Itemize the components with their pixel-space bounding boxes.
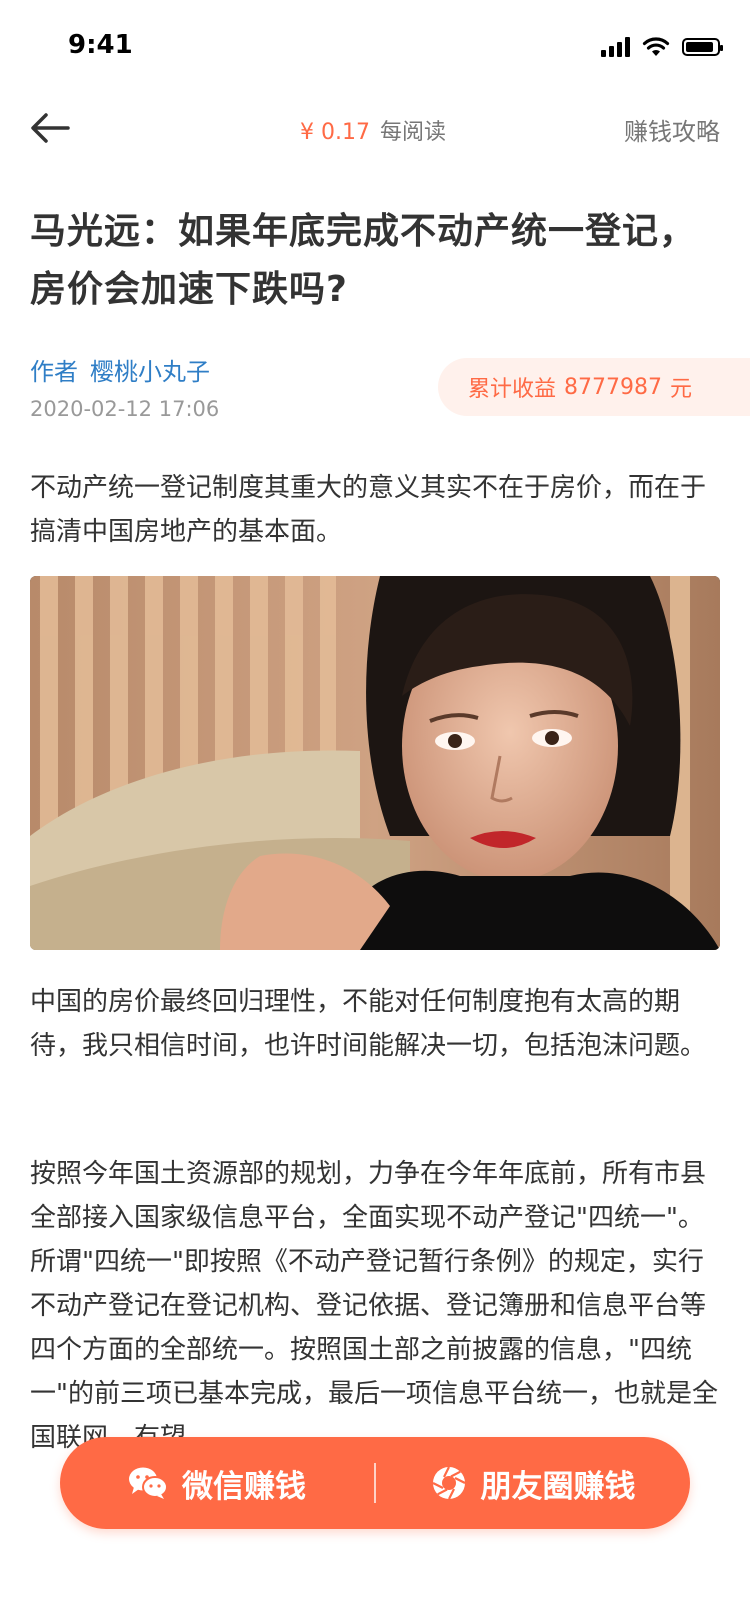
share-bar: 微信赚钱 朋友圈赚钱 [60,1437,690,1529]
article-image [30,576,720,950]
author-prefix: 作者 [30,358,78,386]
earnings-label: 累计收益 [468,377,557,402]
portrait-photo [30,576,720,950]
article-title: 马光远：如果年底完成不动产统一登记，房价会加速下跌吗? [30,211,697,310]
wechat-icon [129,1467,168,1499]
battery-icon [682,38,723,56]
moments-earn-button[interactable]: 朋友圈赚钱 [376,1437,690,1529]
article-paragraph: 不动产统一登记制度其重大的意义其实不在于房价，而在于搞清中国房地产的基本面。 [30,473,707,547]
reward-per-read: ¥ 0.17 每阅读 [300,114,446,146]
earnings-unit: 元 [670,377,693,402]
wechat-earn-label: 微信赚钱 [182,1468,306,1505]
earning-guide-link[interactable]: 赚钱攻略 [624,112,720,147]
reward-amount: ¥ 0.17 [300,120,370,145]
moments-earn-label: 朋友圈赚钱 [480,1468,636,1505]
publish-date: 2020-02-12 17:06 [30,397,220,421]
status-icons [601,34,723,60]
earnings-value: 8777987 [564,374,662,400]
status-time: 9:41 [68,30,133,60]
author-name: 樱桃小丸子 [90,358,210,386]
article-paragraph: 按照今年国土资源部的规划，力争在今年年底前，所有市县全部接入国家级信息平台，全面… [30,1159,718,1453]
reward-label: 每阅读 [379,120,446,145]
author-link[interactable]: 作者 樱桃小丸子 [30,352,210,387]
wifi-icon [642,37,670,56]
wechat-earn-button[interactable]: 微信赚钱 [60,1437,374,1529]
cumulative-earnings-badge: 累计收益 8777987 元 [438,358,750,416]
back-arrow-icon[interactable] [28,110,72,146]
article-paragraph: 中国的房价最终回归理性，不能对任何制度抱有太高的期待，我只相信时间，也许时间能解… [30,987,707,1061]
signal-icon [601,37,630,57]
moments-icon [432,1466,465,1500]
